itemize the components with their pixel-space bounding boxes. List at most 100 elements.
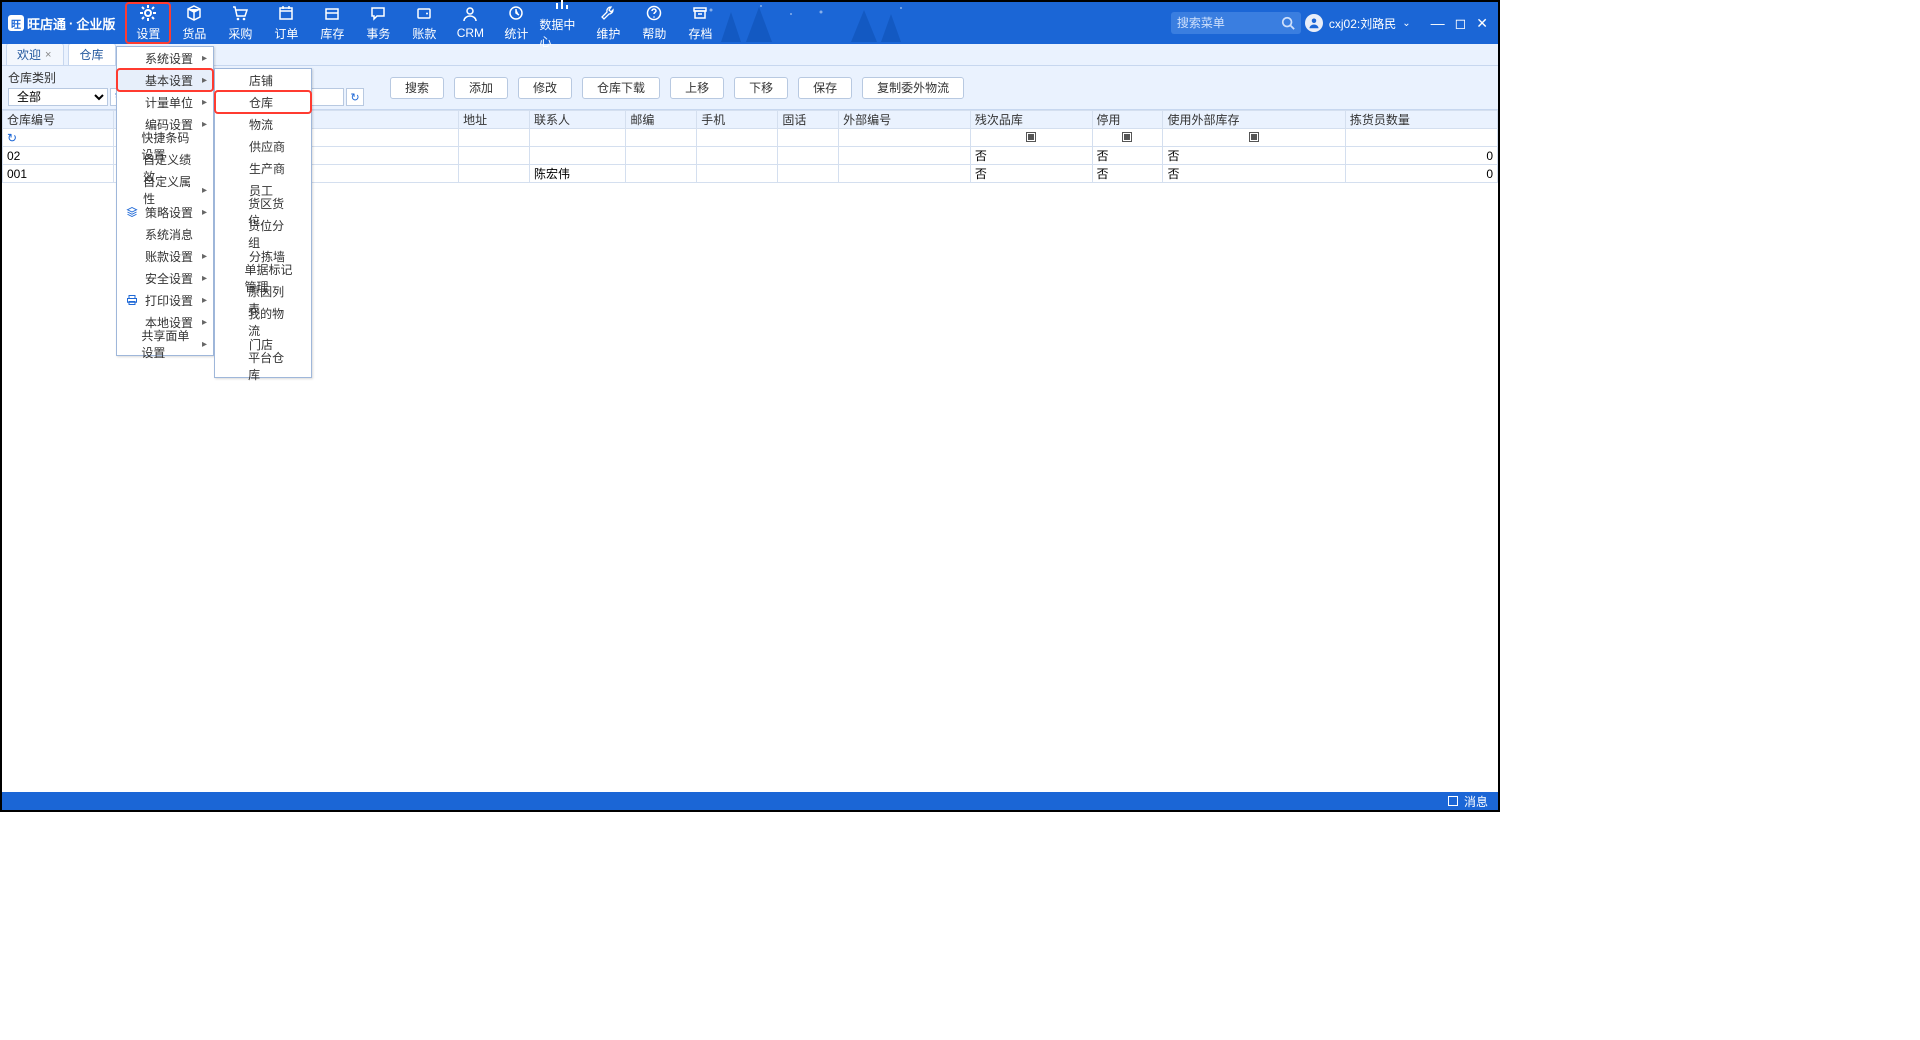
cell: 02 [3, 147, 114, 165]
wrench-icon [600, 5, 616, 24]
chevron-right-icon: ▸ [202, 273, 207, 284]
col-停用[interactable]: 停用 [1092, 111, 1163, 129]
menu-维护[interactable]: 维护 [585, 2, 631, 44]
tab-close-icon[interactable]: × [45, 49, 51, 61]
reload-icon[interactable]: ↻ [7, 131, 17, 145]
menu-item-店铺[interactable]: 店铺 [215, 69, 311, 91]
menu-item-账款设置[interactable]: 账款设置▸ [117, 245, 213, 267]
menu-货品[interactable]: 货品 [171, 2, 217, 44]
col-手机[interactable]: 手机 [697, 111, 778, 129]
menu-item-基本设置[interactable]: 基本设置▸ [117, 69, 213, 91]
col-地址[interactable]: 地址 [459, 111, 530, 129]
filter-cell[interactable] [459, 129, 530, 147]
checkbox-indeterminate-icon[interactable] [1026, 132, 1036, 142]
menu-数据中心[interactable]: 数据中心 [539, 2, 585, 44]
col-拣货员数量[interactable]: 拣货员数量 [1345, 111, 1497, 129]
btn-搜索[interactable]: 搜索 [390, 77, 444, 99]
menu-采购[interactable]: 采购 [217, 2, 263, 44]
cell: 否 [1092, 165, 1163, 183]
menu-item-物流[interactable]: 物流 [215, 113, 311, 135]
cell: 否 [1163, 165, 1345, 183]
menu-item-生产商[interactable]: 生产商 [215, 157, 311, 179]
col-使用外部库存[interactable]: 使用外部库存 [1163, 111, 1345, 129]
menu-label: 统计 [504, 25, 528, 42]
col-固话[interactable]: 固话 [778, 111, 839, 129]
chevron-right-icon: ▸ [202, 119, 207, 130]
menu-item-label: 物流 [249, 116, 273, 133]
status-checkbox-icon[interactable] [1448, 796, 1458, 806]
menu-item-自定义属性[interactable]: 自定义属性▸ [117, 179, 213, 201]
menubar-spacer [723, 2, 1171, 44]
menu-item-label: 平台仓库 [248, 349, 293, 383]
btn-下移[interactable]: 下移 [734, 77, 788, 99]
btn-修改[interactable]: 修改 [518, 77, 572, 99]
close-button[interactable]: ✕ [1476, 15, 1488, 32]
filter-cell[interactable] [530, 129, 626, 147]
menu-item-打印设置[interactable]: 打印设置▸ [117, 289, 213, 311]
menu-item-货位分组[interactable]: 货位分组 [215, 223, 311, 245]
filter-cell[interactable] [1092, 129, 1163, 147]
chevron-right-icon: ▸ [202, 339, 207, 350]
cell [459, 147, 530, 165]
menu-item-共享面单设置[interactable]: 共享面单设置▸ [117, 333, 213, 355]
tab-欢迎[interactable]: 欢迎× [6, 43, 64, 65]
filter-cell[interactable] [1345, 129, 1497, 147]
tab-仓库[interactable]: 仓库 [68, 43, 116, 65]
menu-设置[interactable]: 设置 [125, 2, 171, 44]
col-仓库编号[interactable]: 仓库编号 [3, 111, 114, 129]
menu-库存[interactable]: 库存 [309, 2, 355, 44]
filter-cell[interactable] [626, 129, 697, 147]
filter-cell[interactable] [1163, 129, 1345, 147]
menu-item-仓库[interactable]: 仓库 [215, 91, 311, 113]
btn-保存[interactable]: 保存 [798, 77, 852, 99]
filter-cell[interactable] [970, 129, 1092, 147]
menu-item-系统设置[interactable]: 系统设置▸ [117, 47, 213, 69]
col-残次品库[interactable]: 残次品库 [970, 111, 1092, 129]
cell [778, 147, 839, 165]
menu-订单[interactable]: 订单 [263, 2, 309, 44]
menu-统计[interactable]: 统计 [493, 2, 539, 44]
filter-type: 仓库类别 全部 ↻ [8, 69, 128, 106]
cube-icon [186, 5, 202, 24]
menu-item-label: 打印设置 [145, 292, 193, 309]
menu-item-系统消息[interactable]: 系统消息 [117, 223, 213, 245]
checkbox-indeterminate-icon[interactable] [1249, 132, 1259, 142]
filter-cell[interactable] [839, 129, 971, 147]
reload-name-button[interactable]: ↻ [346, 88, 364, 106]
checkbox-indeterminate-icon[interactable] [1122, 132, 1132, 142]
col-外部编号[interactable]: 外部编号 [839, 111, 971, 129]
menu-item-label: 供应商 [249, 138, 285, 155]
menu-事务[interactable]: 事务 [355, 2, 401, 44]
menu-item-我的物流[interactable]: 我的物流 [215, 311, 311, 333]
filter-cell[interactable] [778, 129, 839, 147]
menu-item-平台仓库[interactable]: 平台仓库 [215, 355, 311, 377]
col-联系人[interactable]: 联系人 [530, 111, 626, 129]
filter-cell[interactable] [697, 129, 778, 147]
cell [626, 147, 697, 165]
menu-账款[interactable]: 账款 [401, 2, 447, 44]
col-邮编[interactable]: 邮编 [626, 111, 697, 129]
layers-icon [125, 205, 139, 219]
menu-帮助[interactable]: 帮助 [631, 2, 677, 44]
menu-item-label: 计量单位 [145, 94, 193, 111]
menu-CRM[interactable]: CRM [447, 2, 493, 44]
filter-type-label: 仓库类别 [8, 69, 128, 86]
btn-添加[interactable]: 添加 [454, 77, 508, 99]
menu-item-label: 系统消息 [145, 226, 193, 243]
user-box[interactable]: cxj02:刘路民 ⌄ [1305, 2, 1411, 44]
cell: 否 [970, 165, 1092, 183]
btn-上移[interactable]: 上移 [670, 77, 724, 99]
chat-icon [370, 5, 386, 24]
filter-type-select[interactable]: 全部 [8, 88, 108, 106]
btn-仓库下载[interactable]: 仓库下载 [582, 77, 660, 99]
menu-item-策略设置[interactable]: 策略设置▸ [117, 201, 213, 223]
menu-item-供应商[interactable]: 供应商 [215, 135, 311, 157]
search-icon[interactable] [1281, 16, 1295, 30]
menu-item-安全设置[interactable]: 安全设置▸ [117, 267, 213, 289]
maximize-button[interactable]: ◻ [1455, 15, 1467, 32]
filter-cell[interactable]: ↻ [3, 129, 114, 147]
menu-item-计量单位[interactable]: 计量单位▸ [117, 91, 213, 113]
minimize-button[interactable]: — [1431, 15, 1445, 31]
printer-icon [125, 293, 139, 307]
btn-复制委外物流[interactable]: 复制委外物流 [862, 77, 964, 99]
